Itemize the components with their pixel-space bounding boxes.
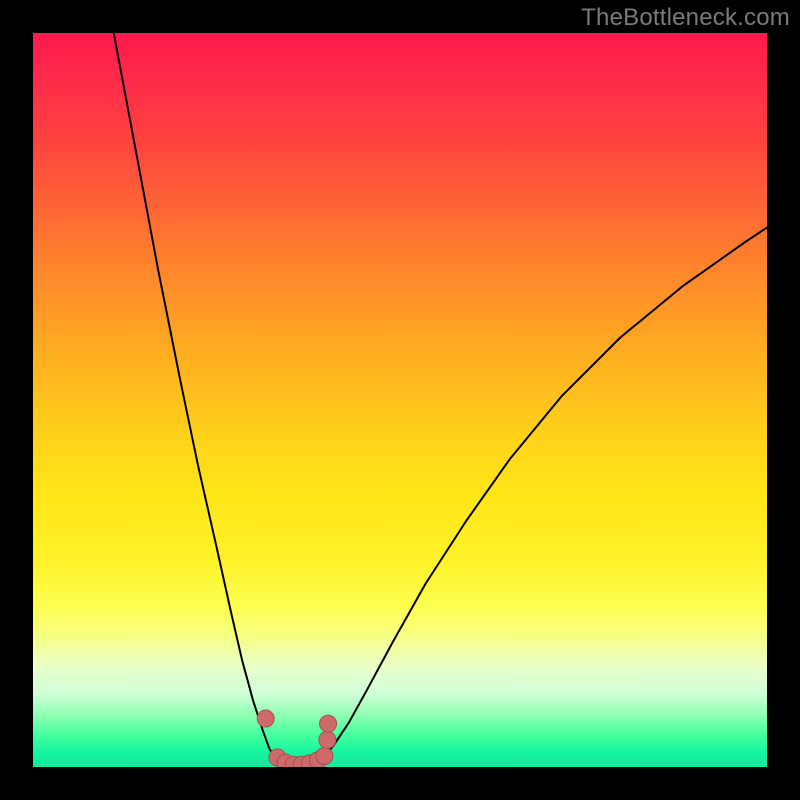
watermark-text: TheBottleneck.com xyxy=(581,4,790,32)
marker-dot xyxy=(319,731,336,748)
marker-dot xyxy=(257,710,274,727)
marker-dot xyxy=(320,715,337,732)
curve-lines xyxy=(114,33,767,766)
curve-right-branch xyxy=(323,228,767,759)
chart-svg xyxy=(33,33,767,767)
chart-frame: TheBottleneck.com xyxy=(0,0,800,800)
curve-left-branch xyxy=(114,33,275,758)
marker-dot xyxy=(316,747,333,764)
marker-dots xyxy=(257,710,336,767)
plot-area xyxy=(33,33,767,767)
